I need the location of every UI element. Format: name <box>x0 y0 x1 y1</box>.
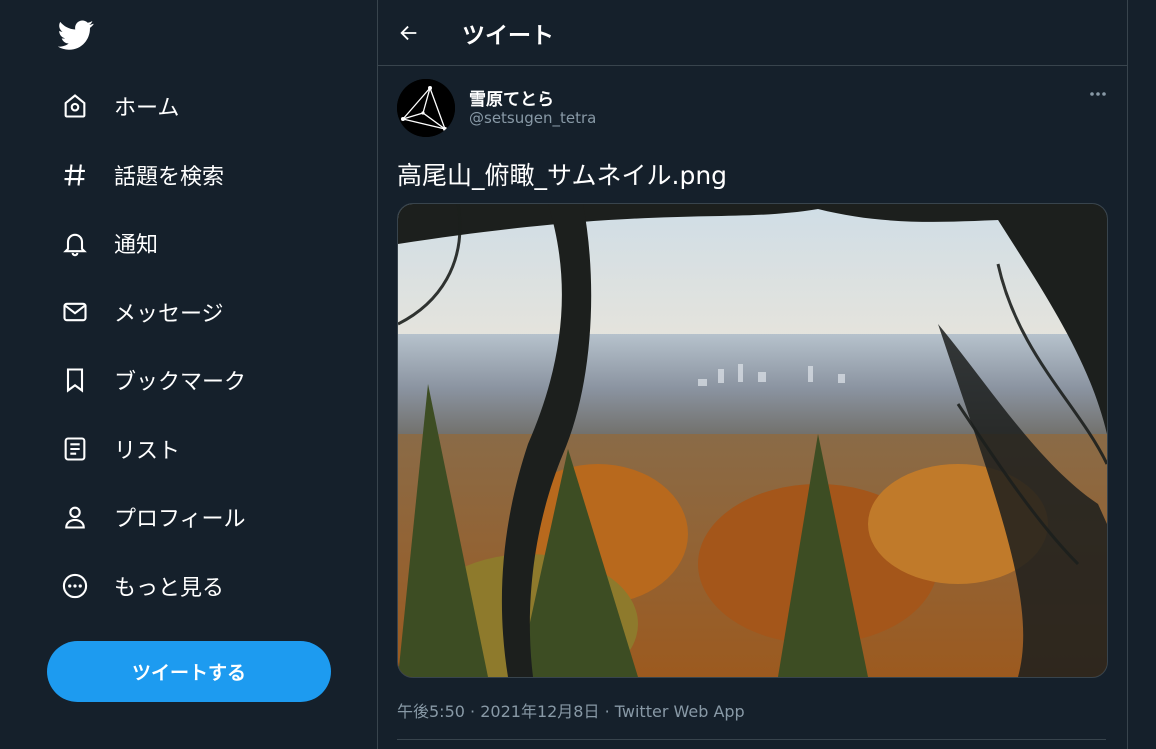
nav-item-lists[interactable]: リスト <box>44 415 246 484</box>
author-handle[interactable]: @setsugen_tetra <box>469 109 596 127</box>
nav-label: 話題を検索 <box>114 164 225 190</box>
nav-item-messages[interactable]: メッセージ <box>44 278 246 347</box>
tweet-source[interactable]: Twitter Web App <box>615 702 745 721</box>
more-circle-icon <box>60 571 90 601</box>
main-nav: ホーム 話題を検索 通知 メッセージ ブックマーク リスト プロフィール もっと… <box>44 72 246 620</box>
tweet-meta: 午後5:50 · 2021年12月8日 · Twitter Web App <box>397 698 745 722</box>
tweet-text: 高尾山_俯瞰_サムネイル.png <box>397 161 728 190</box>
tweet-media-image[interactable] <box>397 203 1108 678</box>
divider <box>397 739 1106 740</box>
person-icon <box>60 502 90 532</box>
bookmark-icon <box>60 365 90 395</box>
home-icon <box>60 91 90 121</box>
nav-label: ホーム <box>114 96 180 122</box>
author-name[interactable]: 雪原てとら <box>469 85 554 110</box>
nav-item-explore[interactable]: 話題を検索 <box>44 141 246 210</box>
page-title: ツイート <box>462 22 554 49</box>
meta-separator: · <box>470 702 476 721</box>
sidebar: ホーム 話題を検索 通知 メッセージ ブックマーク リスト プロフィール もっと… <box>0 0 378 749</box>
page-header: ツイート <box>378 0 1127 66</box>
nav-item-notifications[interactable]: 通知 <box>44 209 246 278</box>
more-options-icon[interactable] <box>1083 84 1113 104</box>
tweet-time[interactable]: 午後5:50 <box>397 702 465 721</box>
list-icon <box>60 434 90 464</box>
nav-item-home[interactable]: ホーム <box>44 72 246 141</box>
tweet-date[interactable]: 2021年12月8日 <box>480 702 599 721</box>
bell-icon <box>60 228 90 258</box>
envelope-icon <box>60 297 90 327</box>
nav-item-more[interactable]: もっと見る <box>44 552 246 621</box>
nav-item-profile[interactable]: プロフィール <box>44 483 246 552</box>
meta-separator: · <box>604 702 610 721</box>
nav-label: 通知 <box>114 233 159 259</box>
nav-label: メッセージ <box>114 301 224 327</box>
tweet-author: 雪原てとら @setsugen_tetra <box>378 66 1127 146</box>
back-arrow-icon[interactable] <box>394 18 424 48</box>
nav-label: ブックマーク <box>114 370 247 396</box>
avatar[interactable] <box>397 79 455 137</box>
tweet-button[interactable]: ツイートする <box>47 641 331 702</box>
twitter-logo-icon[interactable] <box>57 16 98 56</box>
nav-item-bookmarks[interactable]: ブックマーク <box>44 346 246 415</box>
hashtag-icon <box>60 160 90 190</box>
nav-label: リスト <box>114 438 181 464</box>
nav-label: もっと見る <box>114 575 225 601</box>
nav-label: プロフィール <box>114 507 246 533</box>
